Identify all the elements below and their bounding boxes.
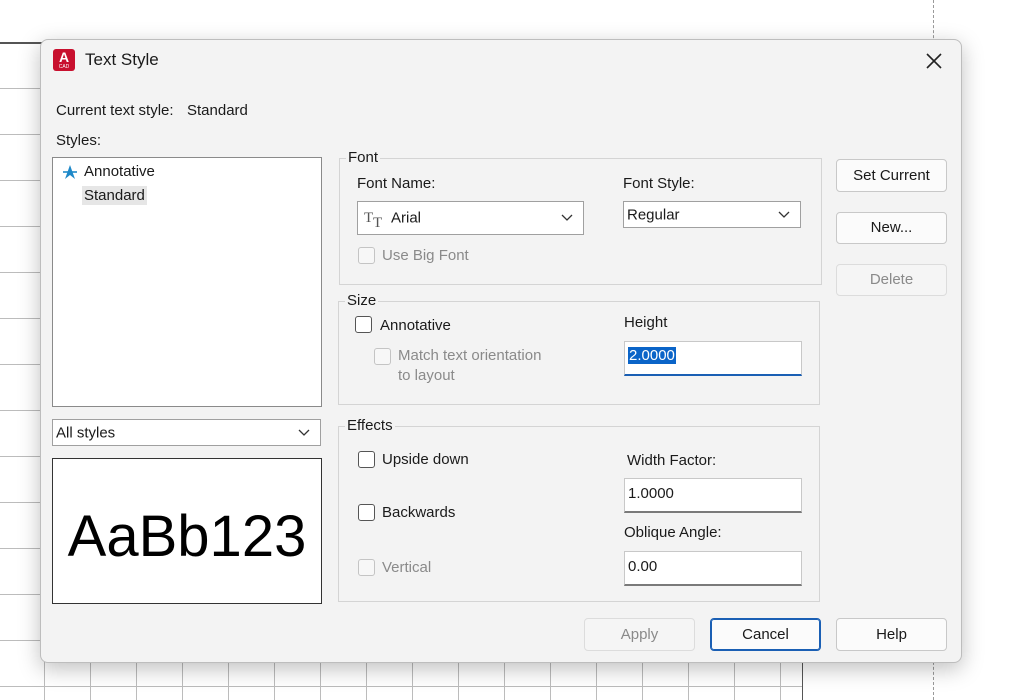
svg-text:T: T — [373, 215, 382, 229]
match-orientation-checkbox[interactable] — [374, 348, 391, 365]
use-big-font-label: Use Big Font — [382, 247, 469, 264]
upside-down-label: Upside down — [382, 451, 469, 468]
font-style-value: Regular — [627, 206, 680, 223]
style-item-annotative[interactable]: Annotative — [84, 163, 155, 180]
text-style-dialog: A CAD Text Style Current text style: Sta… — [40, 39, 962, 663]
help-button[interactable]: Help — [836, 618, 947, 651]
use-big-font-checkbox[interactable] — [358, 247, 375, 264]
vertical-label: Vertical — [382, 559, 432, 576]
width-factor-value: 1.0000 — [628, 485, 674, 502]
apply-button[interactable]: Apply — [584, 618, 695, 651]
new-style-button[interactable]: New... — [836, 212, 947, 244]
font-name-value: Arial — [391, 209, 422, 227]
height-label: Height — [624, 314, 668, 331]
size-annotative-label: Annotative — [380, 317, 451, 334]
oblique-angle-input[interactable]: 0.00 — [624, 551, 802, 586]
font-group-label: Font — [346, 149, 381, 166]
oblique-angle-value: 0.00 — [628, 558, 658, 575]
styles-filter-value: All styles — [56, 424, 116, 441]
dialog-title: Text Style — [85, 50, 159, 69]
current-style-label: Current text style: — [56, 102, 174, 119]
font-style-label: Font Style: — [623, 175, 695, 192]
match-orientation-label-line1: Match text orientation — [398, 347, 542, 364]
backwards-checkbox[interactable] — [358, 504, 375, 521]
chevron-down-icon — [561, 214, 573, 221]
match-orientation-label-line2: to layout — [398, 367, 455, 384]
truetype-icon: T T — [364, 210, 382, 229]
styles-label: Styles: — [56, 132, 102, 149]
close-button[interactable] — [917, 46, 951, 76]
font-style-dropdown[interactable]: Regular — [623, 201, 801, 228]
svg-text:T: T — [364, 210, 373, 226]
backwards-label: Backwards — [382, 504, 456, 521]
upside-down-checkbox[interactable] — [358, 451, 375, 468]
font-name-label: Font Name: — [357, 175, 436, 192]
close-icon — [926, 53, 942, 69]
width-factor-input[interactable]: 1.0000 — [624, 478, 802, 513]
cancel-button[interactable]: Cancel — [710, 618, 821, 651]
style-preview: AaBb123 — [52, 458, 322, 604]
effects-group-label: Effects — [345, 417, 395, 434]
delete-style-button[interactable]: Delete — [836, 264, 947, 296]
oblique-angle-label: Oblique Angle: — [624, 524, 722, 541]
preview-text: AaBb123 — [67, 504, 307, 569]
width-factor-label: Width Factor: — [627, 452, 717, 469]
autocad-app-icon: A CAD — [53, 49, 75, 71]
font-name-dropdown[interactable]: T T Arial — [357, 201, 584, 235]
annotative-icon — [63, 165, 77, 179]
chevron-down-icon — [778, 211, 790, 218]
size-annotative-checkbox[interactable] — [355, 316, 372, 333]
set-current-button[interactable]: Set Current — [836, 159, 947, 192]
styles-list[interactable]: Annotative Standard — [52, 157, 322, 407]
vertical-checkbox[interactable] — [358, 559, 375, 576]
height-value: 2.0000 — [628, 347, 676, 364]
current-style-value: Standard — [187, 102, 248, 119]
size-group-label: Size — [345, 292, 379, 309]
styles-filter-dropdown[interactable]: All styles — [52, 419, 321, 446]
style-item-standard[interactable]: Standard — [82, 186, 147, 205]
height-input[interactable]: 2.0000 — [624, 341, 802, 376]
chevron-down-icon — [298, 429, 310, 436]
